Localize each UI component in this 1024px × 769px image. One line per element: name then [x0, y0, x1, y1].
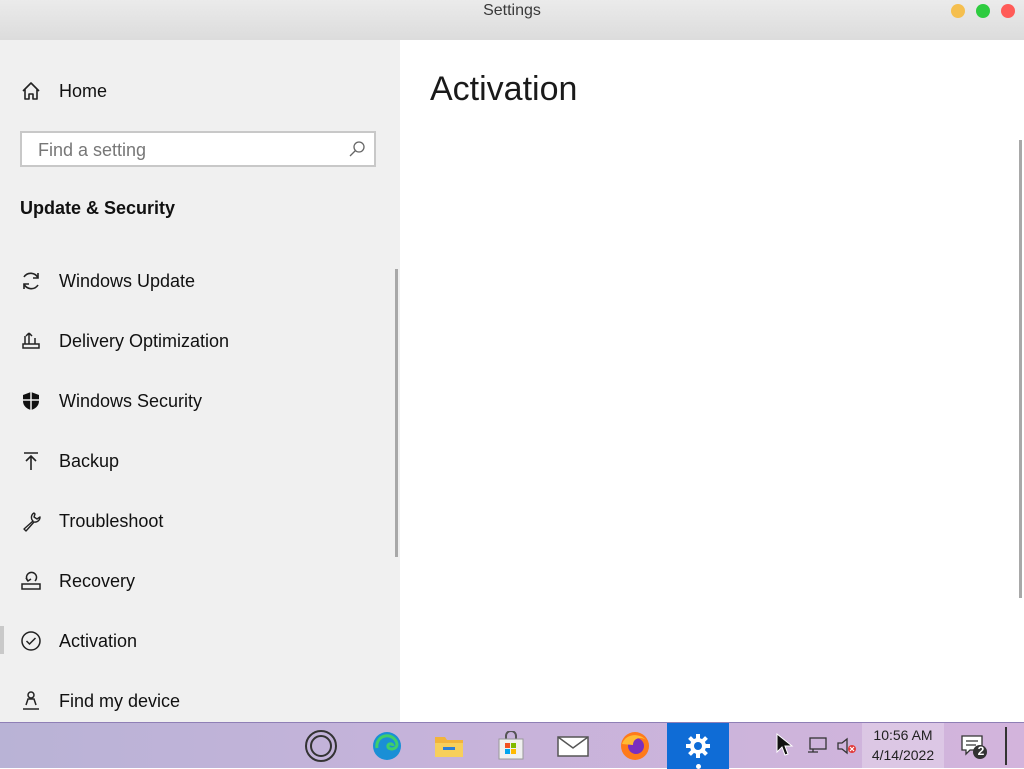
- page-title: Activation: [430, 70, 578, 108]
- delivery-optimization-icon: [19, 329, 43, 353]
- sidebar-item-delivery-optimization[interactable]: Delivery Optimization: [0, 319, 400, 363]
- sidebar-item-windows-security[interactable]: Windows Security: [0, 379, 400, 423]
- sidebar-item-label: Delivery Optimization: [59, 330, 230, 351]
- person-location-icon: [19, 689, 43, 713]
- sidebar-item-label: Recovery: [59, 570, 136, 591]
- home-icon: [19, 79, 43, 103]
- sidebar-item-label: Windows Update: [59, 270, 196, 291]
- settings-icon[interactable]: [667, 723, 729, 769]
- search-input[interactable]: [36, 139, 340, 161]
- sidebar-item-label: Find my device: [59, 690, 181, 711]
- network-icon[interactable]: [806, 736, 828, 761]
- show-desktop-button[interactable]: [1005, 727, 1007, 765]
- shield-icon: [19, 389, 43, 413]
- sidebar-item-label: Activation: [59, 630, 138, 651]
- sidebar-item-label: Home: [59, 80, 108, 101]
- sidebar-scrollbar[interactable]: [395, 269, 398, 557]
- window-titlebar: Settings: [0, 0, 1024, 40]
- volume-muted-icon[interactable]: [836, 736, 858, 761]
- close-button[interactable]: [1001, 4, 1015, 18]
- search-icon[interactable]: [348, 140, 366, 163]
- clock[interactable]: 10:56 AM 4/14/2022: [862, 723, 944, 769]
- sidebar-item-label: Troubleshoot: [59, 510, 164, 531]
- cortana-icon[interactable]: [290, 723, 352, 769]
- sidebar-item-activation[interactable]: Activation: [0, 619, 400, 663]
- sidebar-item-label: Backup: [59, 450, 120, 471]
- sidebar-item-find-my-device[interactable]: Find my device: [0, 679, 400, 723]
- clock-time: 10:56 AM: [873, 727, 933, 743]
- notification-count-badge: 2: [977, 744, 985, 758]
- store-icon[interactable]: [480, 723, 542, 769]
- edge-icon[interactable]: [356, 723, 418, 769]
- refresh-icon: [19, 269, 43, 293]
- clock-date: 4/14/2022: [871, 747, 935, 763]
- mail-icon[interactable]: [542, 723, 604, 769]
- sidebar-item-troubleshoot[interactable]: Troubleshoot: [0, 499, 400, 543]
- section-title: Update & Security: [20, 198, 176, 218]
- notification-center-icon[interactable]: 2: [960, 733, 988, 766]
- mouse-cursor-icon: [776, 732, 794, 762]
- sidebar-item-backup[interactable]: Backup: [0, 439, 400, 483]
- firefox-icon[interactable]: [604, 723, 666, 769]
- file-explorer-icon[interactable]: [418, 723, 480, 769]
- search-box[interactable]: [20, 131, 376, 167]
- taskbar: 10:56 AM 4/14/2022 2: [0, 722, 1024, 769]
- sidebar-item-recovery[interactable]: Recovery: [0, 559, 400, 603]
- main-scrollbar[interactable]: [1019, 140, 1022, 598]
- minimize-button[interactable]: [951, 4, 965, 18]
- upload-arrow-icon: [19, 449, 43, 473]
- sidebar-item-windows-update[interactable]: Windows Update: [0, 259, 400, 303]
- recovery-icon: [19, 569, 43, 593]
- check-circle-icon: [19, 629, 43, 653]
- maximize-button[interactable]: [976, 4, 990, 18]
- sidebar: Home Update & Security Windows Update De…: [0, 40, 400, 722]
- window-title: Settings: [483, 2, 541, 19]
- sidebar-item-home[interactable]: Home: [0, 69, 400, 113]
- wrench-icon: [19, 509, 43, 533]
- main-panel: Activation: [400, 40, 1024, 722]
- sidebar-item-label: Windows Security: [59, 390, 203, 411]
